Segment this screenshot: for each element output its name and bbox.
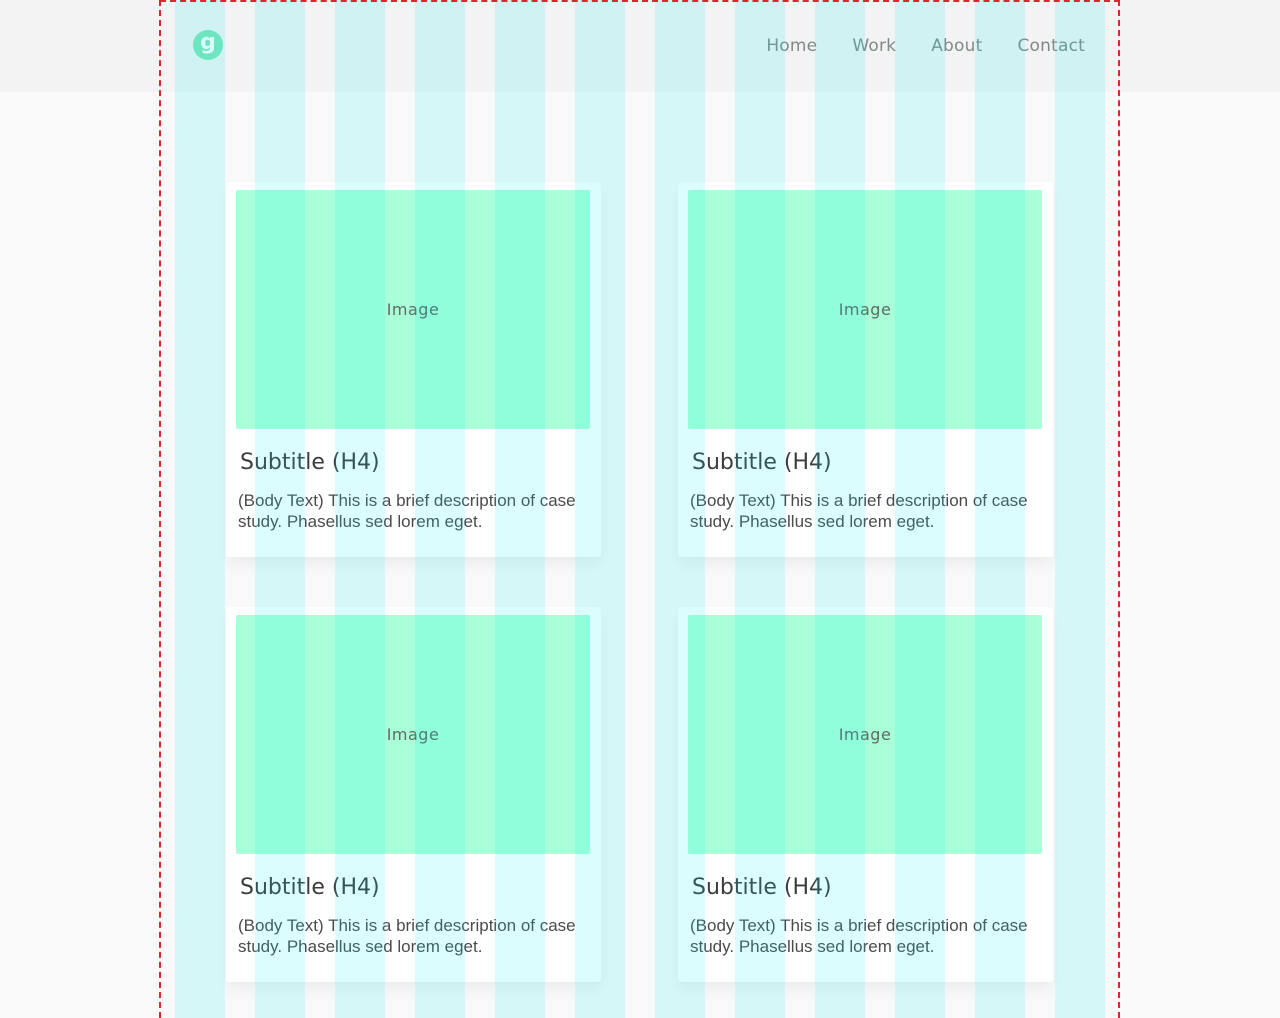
image-label: Image bbox=[386, 300, 440, 319]
nav-item-work[interactable]: Work bbox=[852, 36, 896, 56]
card-title: Subtitle (H4) bbox=[692, 450, 832, 475]
main-nav: Home Work About Contact bbox=[766, 36, 1085, 56]
card-body-text: (Body Text) This is a brief description … bbox=[690, 916, 1028, 956]
case-study-card[interactable]: Image Subtitle (H4) (Body Text) This is … bbox=[678, 182, 1053, 557]
grid-column bbox=[1055, 0, 1105, 1018]
guide-line-left bbox=[159, 0, 161, 1018]
card-image-placeholder: Image bbox=[688, 190, 1042, 429]
case-study-card[interactable]: Image Subtitle (H4) (Body Text) This is … bbox=[226, 607, 601, 982]
nav-item-home[interactable]: Home bbox=[766, 36, 817, 56]
card-title: Subtitle (H4) bbox=[692, 875, 832, 900]
logo[interactable]: g bbox=[193, 30, 223, 60]
image-label: Image bbox=[838, 725, 892, 744]
card-image-placeholder: Image bbox=[688, 615, 1042, 854]
card-title: Subtitle (H4) bbox=[240, 875, 380, 900]
image-label: Image bbox=[386, 725, 440, 744]
grid-column bbox=[175, 0, 225, 1018]
guide-line-right bbox=[1118, 0, 1120, 1018]
card-image-placeholder: Image bbox=[236, 190, 590, 429]
card-title: Subtitle (H4) bbox=[240, 450, 380, 475]
layout-grid-overlay bbox=[0, 0, 1280, 1018]
card-body-text: (Body Text) This is a brief description … bbox=[690, 491, 1028, 531]
case-study-card[interactable]: Image Subtitle (H4) (Body Text) This is … bbox=[678, 607, 1053, 982]
page: g Home Work About Contact Image Subtitle… bbox=[0, 0, 1280, 1018]
case-study-card[interactable]: Image Subtitle (H4) (Body Text) This is … bbox=[226, 182, 601, 557]
site-header: g Home Work About Contact bbox=[0, 0, 1280, 92]
nav-item-contact[interactable]: Contact bbox=[1017, 36, 1085, 56]
image-label: Image bbox=[838, 300, 892, 319]
card-body-text: (Body Text) This is a brief description … bbox=[238, 916, 576, 956]
nav-item-about[interactable]: About bbox=[931, 36, 982, 56]
card-image-placeholder: Image bbox=[236, 615, 590, 854]
card-body-text: (Body Text) This is a brief description … bbox=[238, 491, 576, 531]
